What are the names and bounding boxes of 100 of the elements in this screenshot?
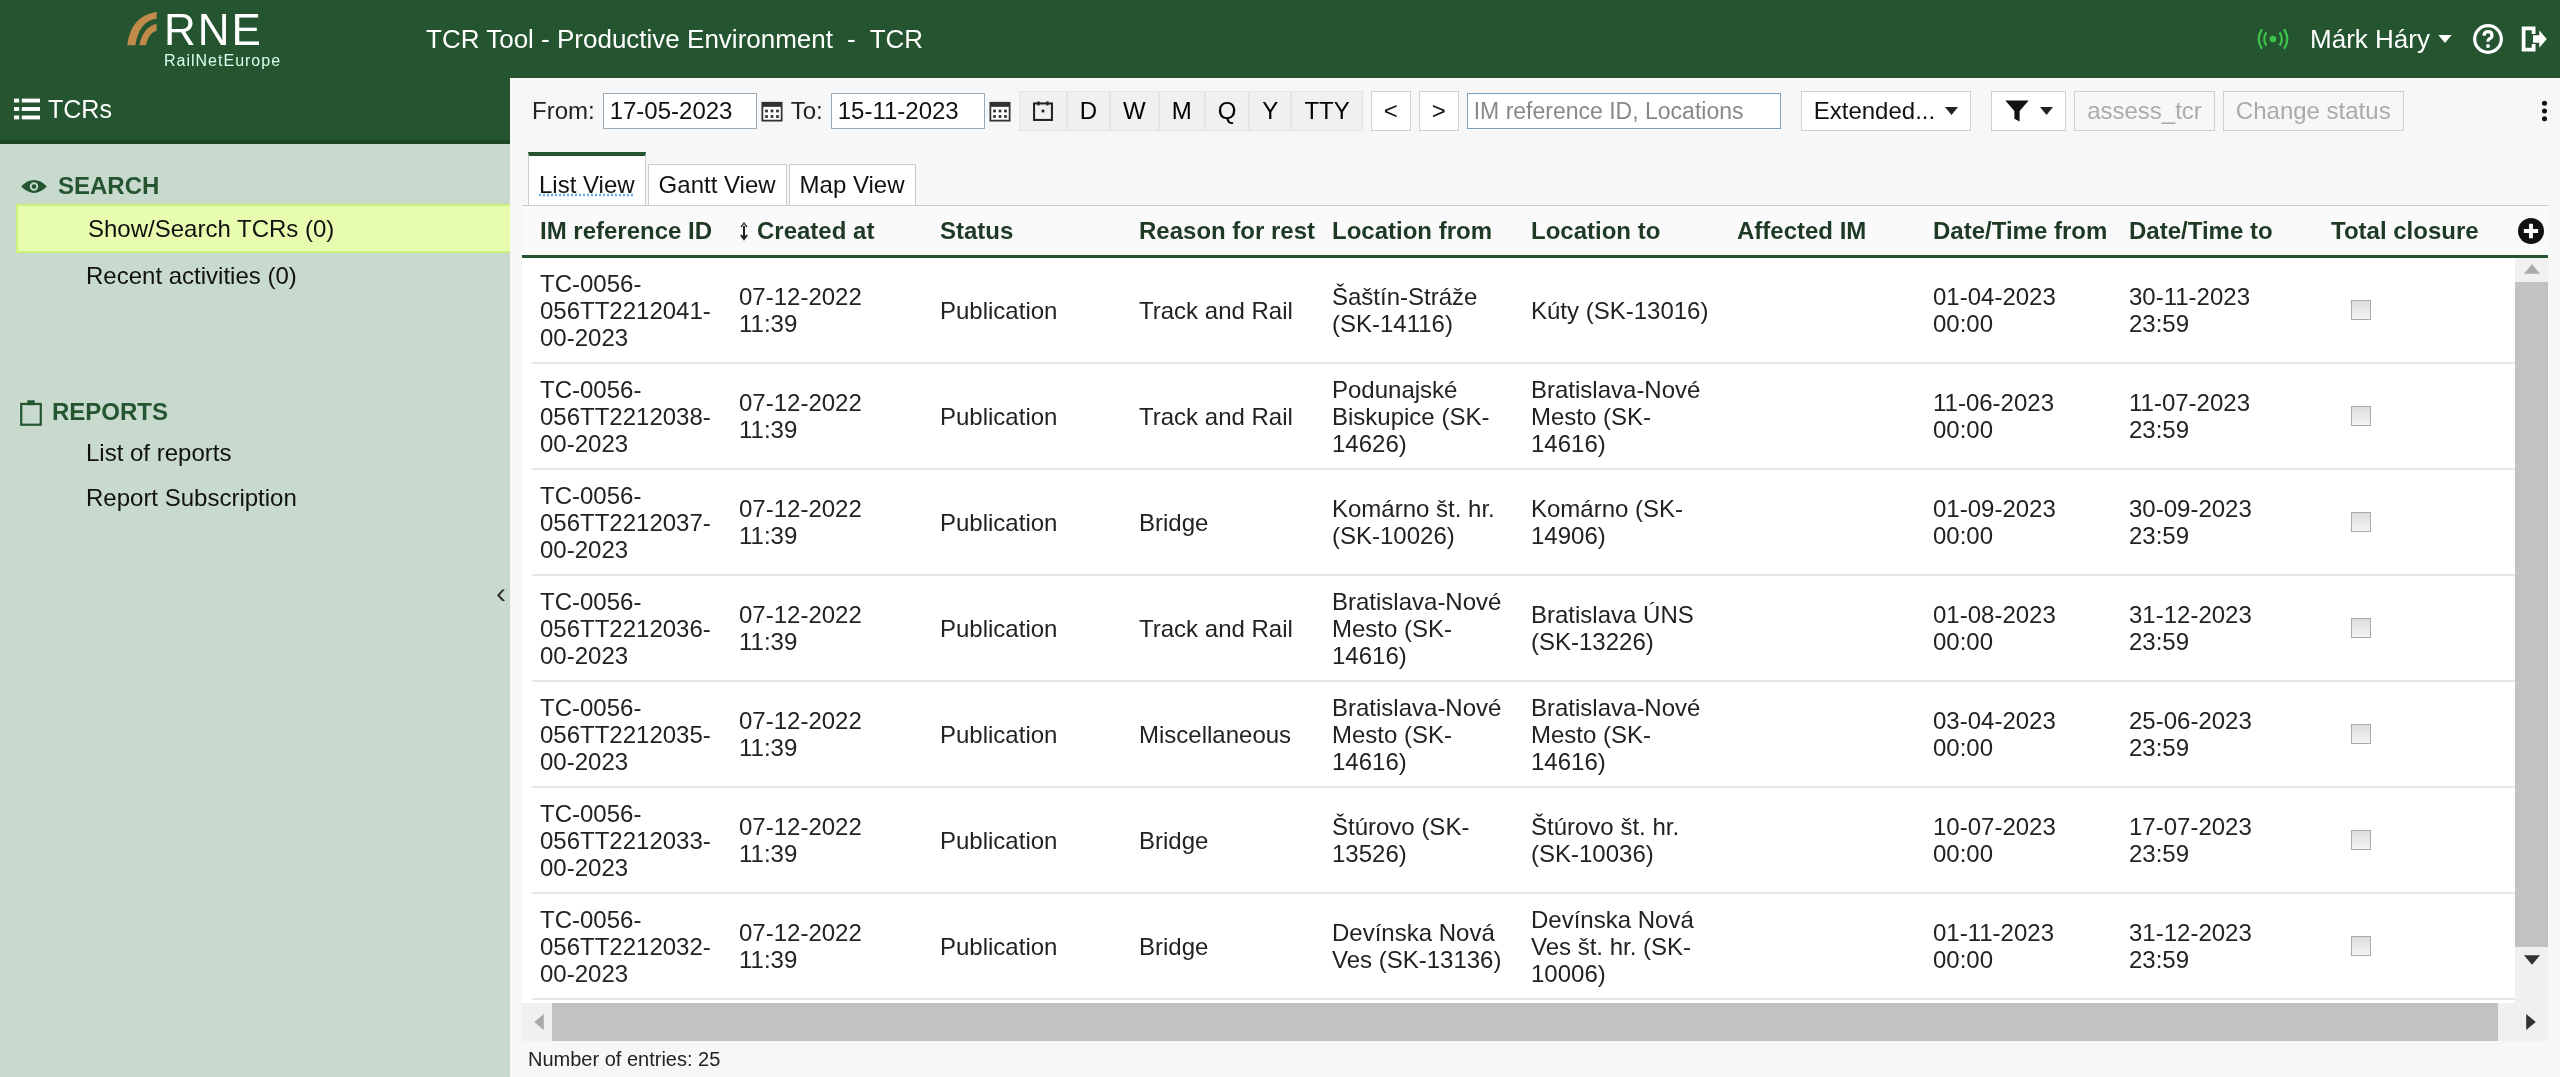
sidebar-title: TCRs [48,94,112,124]
column-header[interactable]: Location from [1324,216,1523,245]
table-cell-text: 11-06-2023 00:00 [1933,389,2055,443]
column-header[interactable]: Affected IM [1729,216,1925,245]
table-cell-text: Komárno (SK-14906) [1531,495,1685,549]
view-select-dropdown[interactable]: Extended... [1800,91,1972,131]
today-calendar-button[interactable] [1018,91,1067,131]
column-header[interactable]: Total closure [2323,216,2503,245]
caret-icon [2438,35,2452,43]
column-header[interactable]: Status [932,216,1131,245]
table-cell: Publication [940,614,1058,642]
table-cell-text: 07-12-2022 11:39 [739,495,863,549]
calendar-icon[interactable] [988,100,1011,122]
section-title: SEARCH [58,172,160,200]
column-header[interactable]: IM reference ID [532,216,731,245]
clipboard-icon [20,398,42,426]
table-cell: Bridge [1139,826,1209,854]
table-cell-text: 07-12-2022 11:39 [739,707,863,761]
table-cell-text: Bratislava-Nové Mesto (SK-14616) [1332,693,1503,775]
previous-button[interactable]: < [1370,91,1411,131]
table-cell: Bridge [1139,508,1209,536]
period-button[interactable]: Y [1249,91,1292,131]
connection-signal-icon [2256,28,2291,50]
scroll-right-icon[interactable] [2526,1014,2536,1030]
table-cell-text: Štúrovo (SK-13526) [1332,813,1471,867]
column-header[interactable]: Date/Time to [2121,216,2323,245]
table-cell-text: 01-09-2023 00:00 [1933,495,2057,549]
table-cell-text: 30-11-2023 23:59 [2129,283,2251,337]
column-header[interactable]: Date/Time from [1925,216,2121,245]
table-cell-text: 31-12-2023 23:59 [2129,601,2253,655]
to-date-field[interactable]: 15-11-2023 [830,93,985,129]
table-cell-text: Podunajské Biskupice (SK-14626) [1332,375,1491,457]
filter-icon [2004,98,2031,124]
table-cell-text: Bratislava-Nové Mesto (SK-14616) [1332,587,1503,669]
period-button[interactable]: M [1158,91,1205,131]
table-cell-text: 07-12-2022 11:39 [739,283,863,337]
collapse-sidebar-button[interactable]: ‹ [492,576,510,610]
table-cell: Publication [940,932,1058,960]
table-cell: Miscellaneous [1139,720,1292,748]
table-cell-text: TC-0056-056TT2212033-00-2023 [540,799,712,881]
table-cell: Publication [940,296,1058,324]
next-button[interactable]: > [1418,91,1459,131]
table-cell-text: TC-0056-056TT2212041-00-2023 [540,269,712,351]
horizontal-scrollbar[interactable] [522,1003,2548,1041]
table-cell-text: 07-12-2022 11:39 [739,601,863,655]
title-separator: - [847,23,856,55]
caret-icon [2040,107,2054,115]
search-field[interactable]: IM reference ID, Locations [1466,93,1781,129]
to-label: To: [790,97,823,125]
more-options-icon[interactable] [2541,100,2548,122]
table-cell: Track and Rail [1139,296,1293,324]
add-column-icon[interactable] [2518,217,2544,244]
help-icon[interactable] [2472,23,2504,55]
table-cell-text: 07-12-2022 11:39 [739,389,863,443]
from-date-field[interactable]: 17-05-2023 [602,93,757,129]
table-cell-text: TC-0056-056TT2212035-00-2023 [540,693,712,775]
app-title: TCR Tool - Productive Environment [426,23,833,55]
list-menu-icon[interactable] [14,97,40,121]
from-label: From: [532,97,595,125]
table-cell-text: Bratislava ÚNS (SK-13226) [1531,601,1695,655]
vertical-scrollbar[interactable] [2515,258,2548,1003]
table-cell-text: 31-12-2023 23:59 [2129,919,2253,973]
table-cell-text: TC-0056-056TT2212032-00-2023 [540,905,712,987]
period-button[interactable]: TTY [1291,91,1363,131]
table-cell-text: 01-11-2023 00:00 [1933,919,2055,973]
table-cell-text: TC-0056-056TT2212037-00-2023 [540,481,712,563]
table-cell-text: TC-0056-056TT2212036-00-2023 [540,587,712,669]
table-cell-text: 25-06-2023 23:59 [2129,707,2253,761]
logo-caption: RailNetEurope [164,52,282,70]
table-cell-text: 30-09-2023 23:59 [2129,495,2253,549]
column-header[interactable]: Location to [1523,216,1729,245]
entries-count: Number of entries: 25 [528,1047,721,1071]
view-tab[interactable]: List View [528,152,646,205]
scroll-down-icon[interactable] [2523,955,2540,965]
view-tab[interactable]: Gantt View [647,164,787,205]
period-button[interactable]: W [1110,91,1159,131]
table-cell-text: Bratislava-Nové Mesto (SK-14616) [1531,375,1702,457]
table-cell-text: Bratislava-Nové Mesto (SK-14616) [1531,693,1702,775]
table-cell: Publication [940,826,1058,854]
column-header[interactable]: Reason for rest [1131,216,1324,245]
sidebar-item[interactable]: Recent activities (0) [16,253,510,298]
logo-wordmark: RNE [164,8,264,52]
caret-icon [1945,107,1959,115]
calendar-icon [1031,100,1054,122]
table-cell-text: Devínska Nová Ves (SK-13136) [1332,919,1503,973]
table-cell-text: 03-04-2023 00:00 [1933,707,2057,761]
table-cell: Bridge [1139,932,1209,960]
period-button[interactable]: D [1066,91,1111,131]
period-button[interactable]: Q [1204,91,1250,131]
filter-dropdown[interactable] [1991,91,2067,131]
calendar-icon[interactable] [760,100,783,122]
table-cell-text: Štúrovo št. hr. (SK-10036) [1531,813,1681,867]
sidebar-item[interactable]: Report Subscription [16,475,510,520]
table-cell-text: Devínska Nová Ves št. hr. (SK-10006) [1531,905,1695,987]
column-header[interactable]: Created at [731,216,932,245]
sidebar-item[interactable]: List of reports [16,430,510,475]
view-tab[interactable]: Map View [788,164,916,205]
table-cell: Track and Rail [1139,614,1293,642]
user-menu-button[interactable]: Márk Háry [2304,23,2458,55]
sidebar-item[interactable]: Show/Search TCRs (0) [16,204,510,253]
